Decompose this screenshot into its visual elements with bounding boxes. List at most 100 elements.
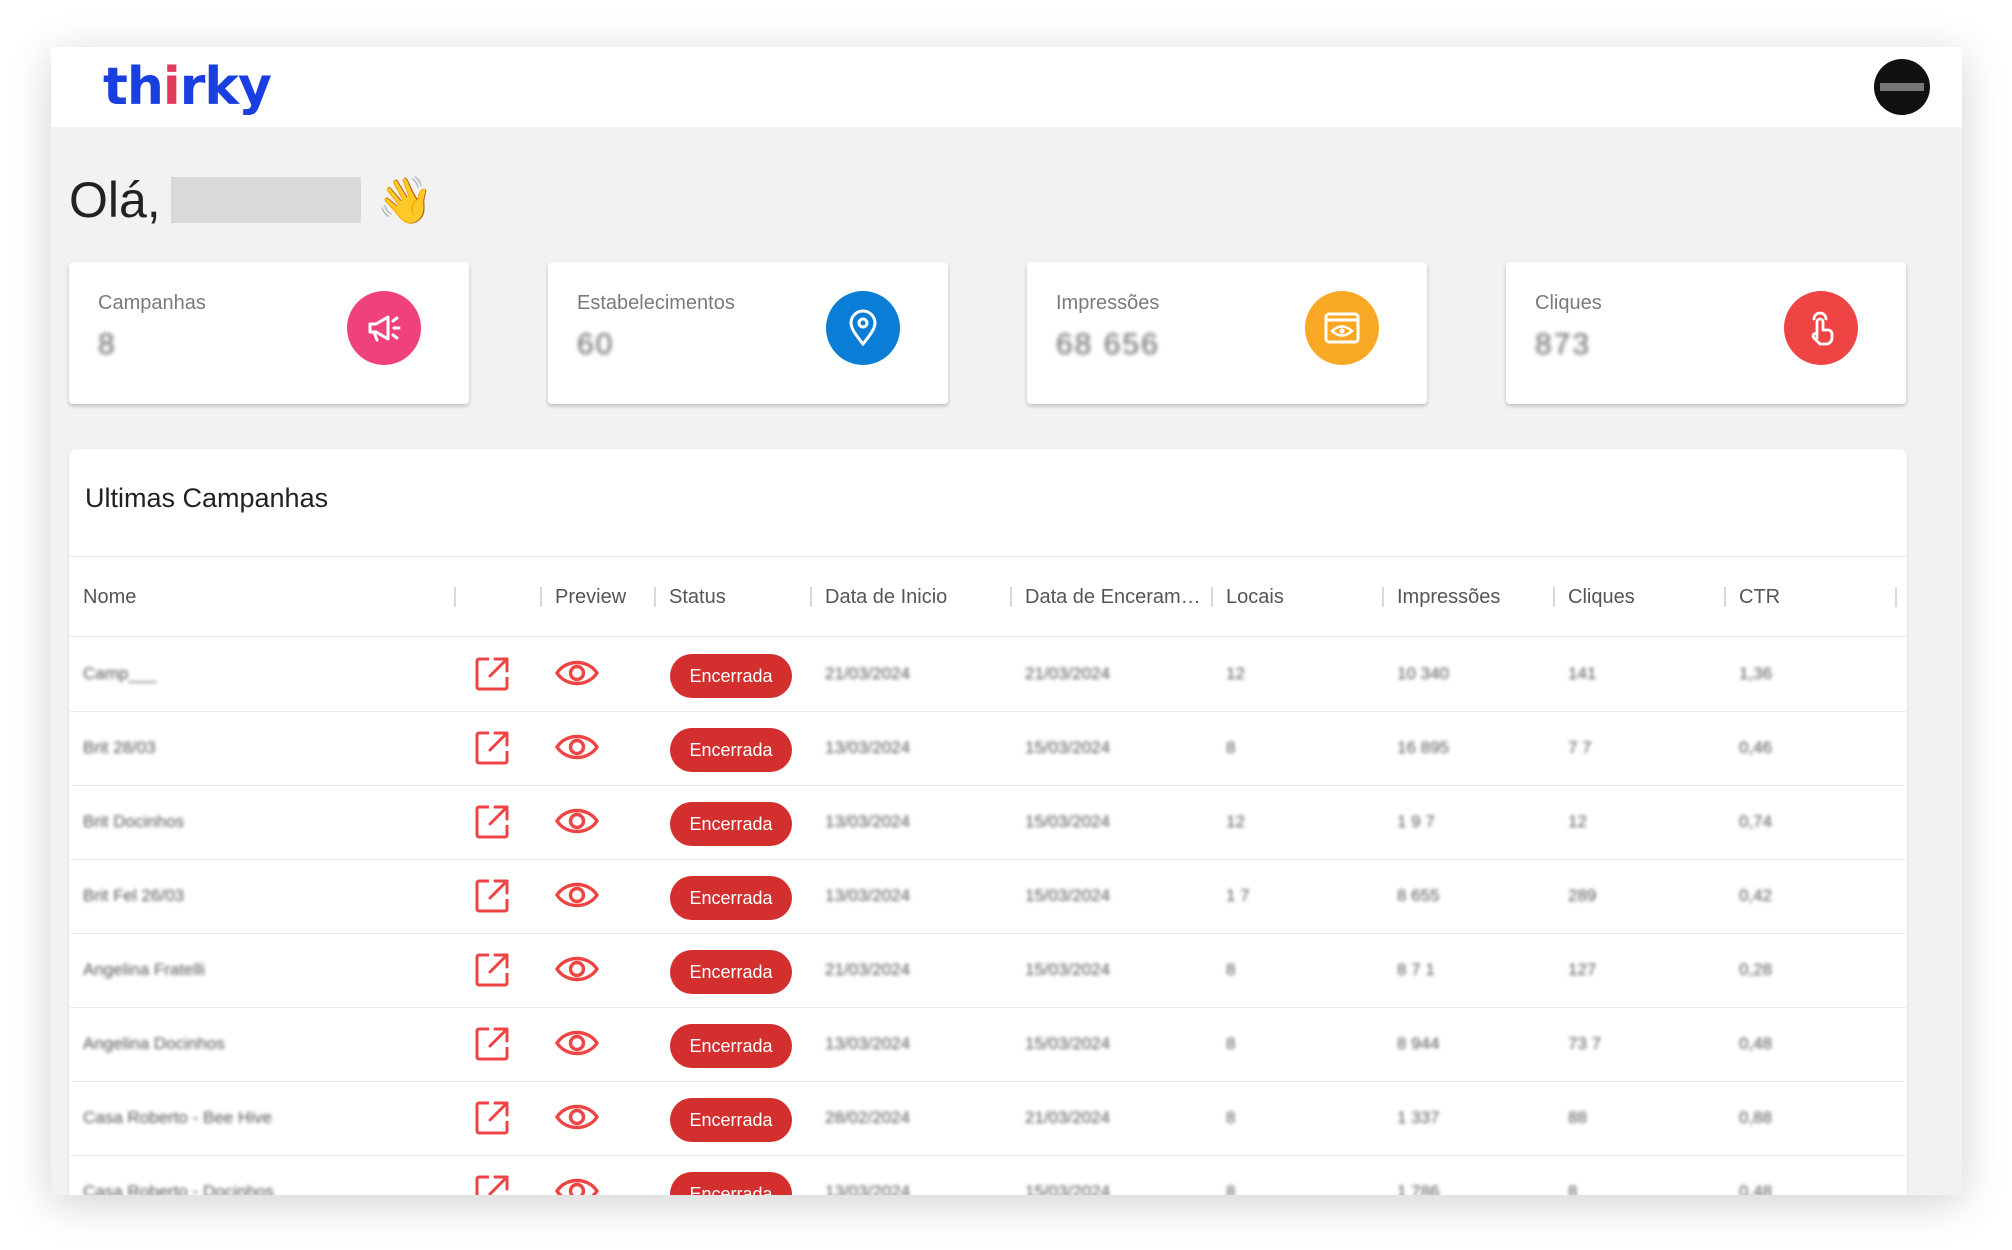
stat-card-campanhas: Campanhas 8: [69, 262, 469, 404]
stat-value: 873: [1535, 328, 1592, 361]
cell-cliques: 127: [1568, 960, 1597, 979]
preview-eye-icon[interactable]: [554, 1174, 600, 1195]
cell-locais: 8: [1226, 1034, 1236, 1053]
app-window: thirky Olá, 👋 Campanhas 8 Estabeleciment…: [51, 47, 1962, 1195]
cell-data-inicio: 28/02/2024: [825, 1108, 911, 1127]
column-divider[interactable]: [1895, 587, 1897, 607]
open-external-edit-icon[interactable]: [473, 951, 511, 989]
cell-impressoes: 1 9 7: [1397, 812, 1435, 831]
column-divider[interactable]: [1211, 587, 1213, 607]
cell-locais: 8: [1226, 1182, 1236, 1195]
cell-data-encerramento: 15/03/2024: [1025, 738, 1111, 757]
cell-ctr: 0,88: [1739, 1108, 1773, 1127]
waving-hand-icon: 👋: [376, 173, 434, 226]
cell-data-inicio: 21/03/2024: [825, 960, 911, 979]
cell-cliques: 88: [1568, 1108, 1587, 1127]
column-header-data-encerramento[interactable]: Data de Enceram…: [1025, 557, 1201, 637]
stat-card-impressoes: Impressões 68 656: [1027, 262, 1427, 404]
cell-ctr: 0,48: [1739, 1182, 1773, 1195]
open-external-edit-icon[interactable]: [473, 1173, 511, 1195]
cell-data-encerramento: 15/03/2024: [1025, 886, 1111, 905]
cell-nome: Camp___: [83, 664, 157, 683]
cell-cliques: 289: [1568, 886, 1597, 905]
cell-nome: Angelina Fratelli: [83, 960, 205, 979]
stat-label: Cliques: [1535, 292, 1602, 314]
latest-campaigns-panel: Ultimas Campanhas Nome Preview Status Da…: [69, 449, 1907, 1195]
table-row[interactable]: Angelina Fratelli 21/03/2024 15/03/2024 8 8 …: [69, 934, 1907, 1008]
top-bar: thirky: [51, 47, 1962, 127]
preview-eye-icon[interactable]: [554, 952, 600, 986]
user-name-redacted: [170, 177, 361, 223]
stat-label: Campanhas: [98, 292, 206, 314]
column-header-locais[interactable]: Locais: [1226, 557, 1284, 637]
table-row[interactable]: Camp___ 21/03/2024 21/03/2024 12 10 340 141 1,…: [69, 638, 1907, 712]
table-row[interactable]: Brit Docinhos 13/03/2024 15/03/2024 12 1 9 7…: [69, 786, 1907, 860]
cell-data-inicio: 13/03/2024: [825, 1182, 911, 1195]
status-badge: Encerrada: [670, 876, 792, 920]
display-eye-icon: [1305, 291, 1379, 365]
column-divider[interactable]: [454, 587, 456, 607]
cell-data-inicio: 13/03/2024: [825, 886, 911, 905]
status-badge: Encerrada: [670, 950, 792, 994]
cell-impressoes: 1 337: [1397, 1108, 1440, 1127]
column-divider[interactable]: [1553, 587, 1555, 607]
stat-label: Estabelecimentos: [577, 292, 735, 314]
table-header: Nome Preview Status Data de Inicio Data …: [69, 556, 1907, 637]
column-header-nome[interactable]: Nome: [83, 557, 136, 637]
column-divider[interactable]: [540, 587, 542, 607]
cell-impressoes: 16 895: [1397, 738, 1449, 757]
cell-impressoes: 8 944: [1397, 1034, 1440, 1053]
open-external-edit-icon[interactable]: [473, 877, 511, 915]
thirky-logo[interactable]: thirky: [103, 57, 272, 117]
column-header-status[interactable]: Status: [669, 557, 726, 637]
cell-locais: 1 7: [1226, 886, 1250, 905]
stat-label: Impressões: [1056, 292, 1160, 314]
column-divider[interactable]: [810, 587, 812, 607]
column-header-preview[interactable]: Preview: [555, 557, 626, 637]
cell-cliques: 12: [1568, 812, 1587, 831]
preview-eye-icon[interactable]: [554, 1100, 600, 1134]
cell-nome: Angelina Docinhos: [83, 1034, 225, 1053]
cell-data-inicio: 13/03/2024: [825, 738, 911, 757]
open-external-edit-icon[interactable]: [473, 803, 511, 841]
table-row[interactable]: Brit Fel 26/03 13/03/2024 15/03/2024 1 7 8 6…: [69, 860, 1907, 934]
cell-nome: Brit Docinhos: [83, 812, 185, 831]
column-header-cliques[interactable]: Cliques: [1568, 557, 1635, 637]
open-external-edit-icon[interactable]: [473, 1099, 511, 1137]
cell-locais: 8: [1226, 738, 1236, 757]
column-divider[interactable]: [1382, 587, 1384, 607]
cell-ctr: 0,28: [1739, 960, 1773, 979]
column-divider[interactable]: [1010, 587, 1012, 607]
table-row[interactable]: Brit 28/03 13/03/2024 15/03/2024 8 16 895 7 7…: [69, 712, 1907, 786]
preview-eye-icon[interactable]: [554, 656, 600, 690]
open-external-edit-icon[interactable]: [473, 729, 511, 767]
tap-hand-icon: [1784, 291, 1858, 365]
status-badge: Encerrada: [670, 1024, 792, 1068]
table-row[interactable]: Casa Roberto - Docinhos 13/03/2024 15/03/2…: [69, 1156, 1907, 1195]
user-avatar[interactable]: [1874, 59, 1930, 115]
preview-eye-icon[interactable]: [554, 878, 600, 912]
table-row[interactable]: Casa Roberto - Bee Hive 28/02/2024 21/03/2…: [69, 1082, 1907, 1156]
open-external-edit-icon[interactable]: [473, 1025, 511, 1063]
cell-locais: 12: [1226, 664, 1245, 683]
column-header-impressoes[interactable]: Impressões: [1397, 557, 1500, 637]
preview-eye-icon[interactable]: [554, 804, 600, 838]
preview-eye-icon[interactable]: [554, 1026, 600, 1060]
column-divider[interactable]: [654, 587, 656, 607]
cell-data-encerramento: 21/03/2024: [1025, 1108, 1111, 1127]
status-badge: Encerrada: [670, 802, 792, 846]
column-header-ctr[interactable]: CTR: [1739, 557, 1780, 637]
preview-eye-icon[interactable]: [554, 730, 600, 764]
cell-ctr: 0,42: [1739, 886, 1773, 905]
cell-data-encerramento: 15/03/2024: [1025, 812, 1111, 831]
open-external-edit-icon[interactable]: [473, 655, 511, 693]
greeting-text: Olá,: [69, 172, 161, 228]
cell-cliques: 7 7: [1568, 738, 1592, 757]
cell-impressoes: 8 7 1: [1397, 960, 1435, 979]
megaphone-icon: [347, 291, 421, 365]
cell-impressoes: 1 786: [1397, 1182, 1440, 1195]
column-divider[interactable]: [1724, 587, 1726, 607]
status-badge: Encerrada: [670, 728, 792, 772]
table-row[interactable]: Angelina Docinhos 13/03/2024 15/03/2024 8 8 …: [69, 1008, 1907, 1082]
column-header-data-inicio[interactable]: Data de Inicio: [825, 557, 947, 637]
